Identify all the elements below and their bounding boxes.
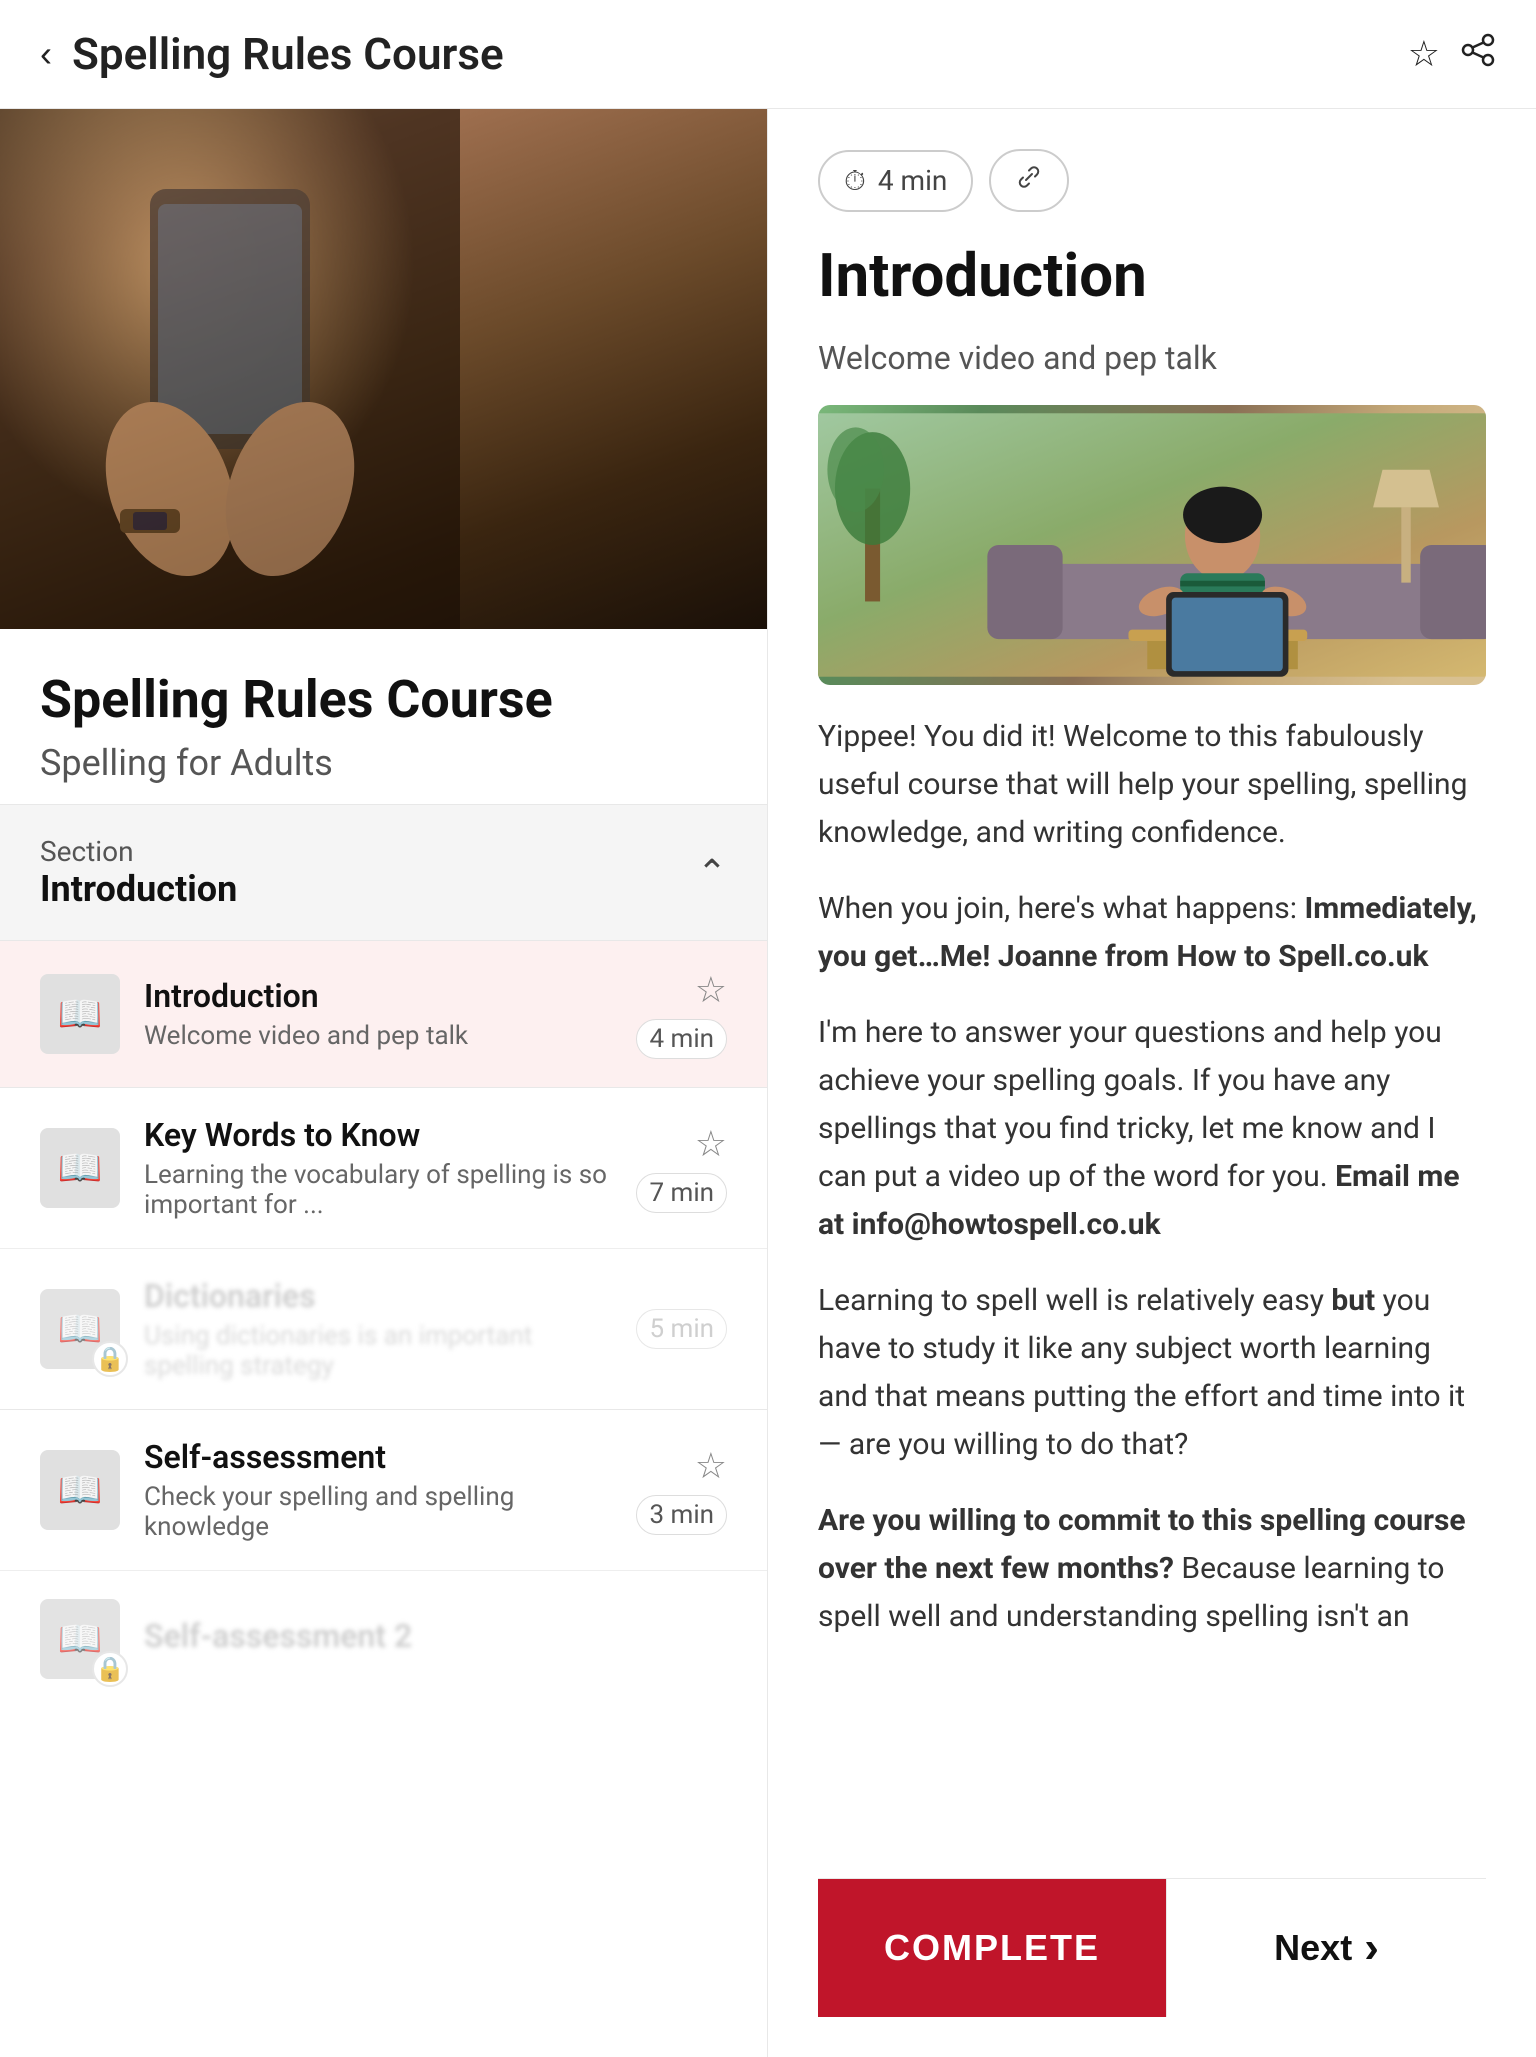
chevron-up-icon: ⌃ [697, 852, 727, 894]
clock-icon: ⏱ [844, 164, 866, 198]
lesson-right: 5 min [636, 1309, 727, 1349]
hero-image [0, 109, 767, 629]
next-label: Next [1274, 1927, 1352, 1969]
duration-badge: 4 min [636, 1019, 727, 1059]
lesson-desc: Check your spelling and spelling knowled… [144, 1482, 612, 1542]
book-icon: 📖 [58, 993, 103, 1035]
lesson-title: Self-assessment 2 [144, 1617, 727, 1655]
lesson-thumbnail: 📖 [40, 974, 120, 1054]
body-paragraph-3: I'm here to answer your questions and he… [818, 1009, 1486, 1249]
lesson-title: Dictionaries [144, 1277, 612, 1315]
email-text: Email me at info@howtospell.co.uk [818, 1159, 1460, 1242]
duration-badge: 7 min [636, 1173, 727, 1213]
book-icon: 📖 [58, 1147, 103, 1189]
lesson-item[interactable]: 📖 🔒 Self-assessment 2 [0, 1570, 767, 1707]
lesson-thumbnail: 📖 🔒 [40, 1599, 120, 1679]
back-button[interactable]: ‹ [40, 33, 52, 75]
preview-image-inner [818, 405, 1486, 685]
lesson-item[interactable]: 📖 Self-assessment Check your spelling an… [0, 1409, 767, 1570]
star-button[interactable]: ☆ [695, 1123, 727, 1165]
duration-text: 4 min [878, 164, 948, 197]
lesson-title: Introduction [144, 977, 612, 1015]
book-icon: 📖 [58, 1308, 103, 1350]
body-paragraph-5: Are you willing to commit to this spelli… [818, 1497, 1486, 1641]
star-button[interactable]: ☆ [695, 1445, 727, 1487]
next-icon: › [1364, 1923, 1379, 1973]
meta-row: ⏱ 4 min [818, 149, 1486, 212]
link-pill[interactable] [989, 149, 1069, 212]
lesson-item[interactable]: 📖 Key Words to Know Learning the vocabul… [0, 1087, 767, 1248]
course-title: Spelling Rules Course [40, 669, 727, 730]
course-info: Spelling Rules Course Spelling for Adult… [0, 629, 767, 804]
duration-badge: 5 min [636, 1309, 727, 1349]
section-header[interactable]: Section Introduction ⌃ [0, 804, 767, 940]
lock-icon: 🔒 [92, 1341, 128, 1377]
body-paragraph-1: Yippee! You did it! Welcome to this fabu… [818, 713, 1486, 857]
share-button[interactable] [1460, 32, 1496, 77]
emphasis-but: but [1331, 1283, 1375, 1318]
duration-badge: 3 min [636, 1495, 727, 1535]
lesson-info: Introduction Welcome video and pep talk [144, 977, 612, 1051]
course-subtitle: Spelling for Adults [40, 742, 727, 784]
link-icon [1015, 163, 1043, 198]
bookmark-button[interactable]: ☆ [1408, 32, 1440, 77]
star-button[interactable]: ☆ [695, 969, 727, 1011]
app-header: ‹ Spelling Rules Course ☆ [0, 0, 1536, 109]
duration-pill: ⏱ 4 min [818, 150, 973, 212]
complete-button[interactable]: COMPLETE [818, 1879, 1166, 2017]
lesson-thumbnail: 📖 [40, 1450, 120, 1530]
lesson-right: ☆ 7 min [636, 1123, 727, 1213]
next-button[interactable]: Next › [1166, 1879, 1486, 2017]
left-panel: Spelling Rules Course Spelling for Adult… [0, 109, 768, 2057]
lesson-info: Self-assessment Check your spelling and … [144, 1438, 612, 1542]
header-title: Spelling Rules Course [72, 28, 504, 80]
lesson-title: Self-assessment [144, 1438, 612, 1476]
body-paragraph-2: When you join, here's what happens: Imme… [818, 885, 1486, 981]
lesson-title: Key Words to Know [144, 1116, 612, 1154]
lesson-info: Self-assessment 2 [144, 1617, 727, 1661]
lesson-desc: Learning the vocabulary of spelling is s… [144, 1160, 612, 1220]
section-header-text: Section Introduction [40, 835, 237, 910]
body-paragraph-4: Learning to spell well is relatively eas… [818, 1277, 1486, 1469]
book-icon: 📖 [58, 1618, 103, 1660]
lesson-right: ☆ 3 min [636, 1445, 727, 1535]
lesson-item[interactable]: 📖 🔒 Dictionaries Using dictionaries is a… [0, 1248, 767, 1409]
content-title: Introduction [818, 240, 1486, 311]
bottom-bar: COMPLETE Next › [818, 1878, 1486, 2017]
section-name: Introduction [40, 868, 237, 910]
main-layout: Spelling Rules Course Spelling for Adult… [0, 109, 1536, 2057]
lesson-info: Dictionaries Using dictionaries is an im… [144, 1277, 612, 1381]
preview-image [818, 405, 1486, 685]
emphasis-question: Are you willing to commit to this spelli… [818, 1503, 1466, 1586]
lesson-thumbnail: 📖 🔒 [40, 1289, 120, 1369]
lesson-right: ☆ 4 min [636, 969, 727, 1059]
lesson-item[interactable]: 📖 Introduction Welcome video and pep tal… [0, 940, 767, 1087]
share-icon [1460, 35, 1496, 76]
header-right: ☆ [1408, 32, 1496, 77]
lock-icon: 🔒 [92, 1651, 128, 1687]
lesson-desc: Using dictionaries is an important spell… [144, 1321, 612, 1381]
lesson-desc: Welcome video and pep talk [144, 1021, 612, 1051]
emphasis-text: Immediately, you get…Me! Joanne from How… [818, 891, 1477, 974]
bookmark-icon: ☆ [1408, 33, 1440, 74]
lesson-thumbnail: 📖 [40, 1128, 120, 1208]
section-label: Section [40, 835, 237, 868]
back-icon: ‹ [40, 33, 52, 75]
book-icon: 📖 [58, 1469, 103, 1511]
right-panel: ⏱ 4 min Introduction Welcome video and p… [768, 109, 1536, 2057]
header-left: ‹ Spelling Rules Course [40, 28, 504, 80]
hero-image-visual [0, 109, 767, 629]
section-list: Section Introduction ⌃ 📖 Introduction We… [0, 804, 767, 2057]
content-subtitle: Welcome video and pep talk [818, 339, 1486, 377]
lesson-info: Key Words to Know Learning the vocabular… [144, 1116, 612, 1220]
